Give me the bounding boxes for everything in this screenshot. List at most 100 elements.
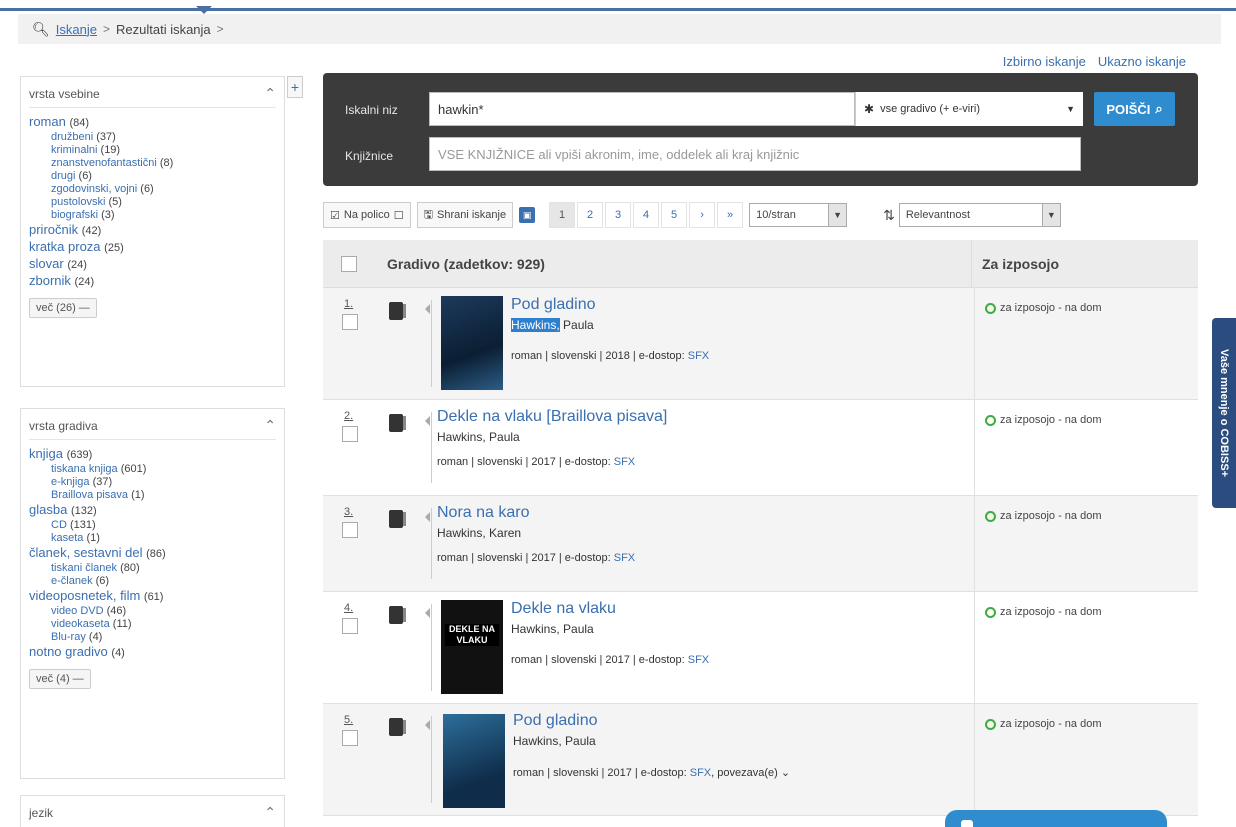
result-number[interactable]: 5. bbox=[344, 714, 353, 726]
result-row: 2. Dekle na vlaku [Braillova pisava] Hawki… bbox=[323, 400, 1198, 496]
facet-more-button[interactable]: več (26) — bbox=[29, 298, 97, 318]
book-cover-text: DEKLE NA VLAKU bbox=[445, 624, 499, 646]
facet-item-count: (1) bbox=[86, 532, 100, 544]
facet-item[interactable]: znanstvenofantastični (8) bbox=[29, 157, 276, 170]
per-page-select[interactable]: 10/stran ▼ bbox=[749, 203, 848, 227]
facet-item[interactable]: CD (131) bbox=[29, 519, 276, 532]
facet-item[interactable]: družbeni (37) bbox=[29, 131, 276, 144]
result-title-link[interactable]: Nora na karo bbox=[437, 504, 530, 522]
page-button[interactable]: 4 bbox=[633, 202, 660, 228]
breadcrumb-search-link[interactable]: Iskanje bbox=[56, 22, 97, 37]
material-select[interactable]: ✱ vse gradivo (+ e-viri) ▼ bbox=[855, 92, 1083, 126]
search-mode-links: Izbirno iskanje Ukazno iskanje bbox=[1003, 54, 1186, 69]
result-number[interactable]: 2. bbox=[344, 410, 353, 422]
page-button[interactable]: 2 bbox=[577, 202, 604, 228]
facet-item[interactable]: priročnik (42) bbox=[29, 222, 276, 239]
result-author[interactable]: Hawkins, Karen bbox=[437, 526, 521, 540]
sfx-link[interactable]: SFX bbox=[688, 350, 709, 362]
available-circle-icon bbox=[985, 606, 996, 618]
result-checkbox[interactable] bbox=[342, 426, 358, 442]
facet-item[interactable]: tiskani članek (80) bbox=[29, 562, 276, 575]
result-number[interactable]: 1. bbox=[344, 298, 353, 310]
sort-select[interactable]: Relevantnost ▼ bbox=[898, 203, 1061, 227]
select-all-checkbox[interactable] bbox=[341, 255, 357, 272]
facet-item[interactable]: biografski (3) bbox=[29, 209, 276, 222]
sfx-link[interactable]: SFX bbox=[614, 552, 635, 564]
chevron-up-icon[interactable]: ⌃ bbox=[264, 417, 276, 434]
facet-item[interactable]: Braillova pisava (1) bbox=[29, 489, 276, 502]
facet-item[interactable]: zgodovinski, vojni (6) bbox=[29, 183, 276, 196]
facet-item[interactable]: kaseta (1) bbox=[29, 532, 276, 545]
expand-arrow-icon[interactable] bbox=[425, 608, 430, 618]
expand-arrow-icon[interactable] bbox=[425, 416, 430, 426]
add-to-shelf-button[interactable]: ☑ Na polico ☐ bbox=[323, 202, 411, 228]
libraries-input[interactable]: VSE KNJIŽNICE ali vpiši akronim, ime, od… bbox=[429, 137, 1081, 171]
page-button[interactable]: » bbox=[717, 202, 744, 228]
search-icon: 🔍︎ bbox=[32, 20, 50, 37]
facet-header[interactable]: vrsta vsebine ⌃ bbox=[29, 85, 276, 108]
page-button[interactable]: › bbox=[689, 202, 716, 228]
chevron-up-icon[interactable]: ⌃ bbox=[264, 804, 276, 821]
facet-item[interactable]: članek, sestavni del (86) bbox=[29, 545, 276, 562]
result-author[interactable]: Hawkins, Paula bbox=[513, 734, 596, 748]
save-search-button[interactable]: 🖫︎ Shrani iskanje bbox=[416, 202, 514, 228]
expand-arrow-icon[interactable] bbox=[425, 512, 430, 522]
facet-item[interactable]: notno gradivo (4) bbox=[29, 644, 276, 661]
facet-item[interactable]: knjiga (639) bbox=[29, 446, 276, 463]
facet-item[interactable]: roman (84) bbox=[29, 114, 276, 131]
expand-facets-button[interactable]: + bbox=[287, 76, 303, 98]
sfx-link[interactable]: SFX bbox=[614, 456, 635, 468]
result-author[interactable]: Hawkins, Paula bbox=[437, 430, 520, 444]
result-author[interactable]: Hawkins, Paula bbox=[511, 318, 594, 332]
facet-header[interactable]: jezik ⌃ bbox=[29, 804, 276, 826]
facet-header[interactable]: vrsta gradiva ⌃ bbox=[29, 417, 276, 440]
result-checkbox[interactable] bbox=[342, 730, 358, 746]
related-links-toggle[interactable]: , povezava(e) ⌄ bbox=[711, 767, 790, 779]
expand-arrow-icon[interactable] bbox=[425, 304, 430, 314]
result-checkbox[interactable] bbox=[342, 314, 358, 330]
facet-item[interactable]: e-knjiga (37) bbox=[29, 476, 276, 489]
book-cover-image[interactable]: DEKLE NA VLAKU bbox=[441, 600, 503, 694]
book-cover-image[interactable] bbox=[443, 714, 505, 808]
sfx-link[interactable]: SFX bbox=[688, 654, 709, 666]
facet-item[interactable]: e-članek (6) bbox=[29, 575, 276, 588]
facet-item[interactable]: videoposnetek, film (61) bbox=[29, 588, 276, 605]
chat-button[interactable] bbox=[945, 810, 1167, 827]
facet-item[interactable]: slovar (24) bbox=[29, 256, 276, 273]
result-title-link[interactable]: Dekle na vlaku [Braillova pisava] bbox=[437, 408, 667, 426]
result-title-link[interactable]: Pod gladino bbox=[513, 712, 598, 730]
result-author[interactable]: Hawkins, Paula bbox=[511, 622, 594, 636]
facet-item[interactable]: tiskana knjiga (601) bbox=[29, 463, 276, 476]
facet-item[interactable]: video DVD (46) bbox=[29, 605, 276, 618]
result-number[interactable]: 3. bbox=[344, 506, 353, 518]
page-button[interactable]: 1 bbox=[549, 202, 576, 228]
facet-item[interactable]: kratka proza (25) bbox=[29, 239, 276, 256]
result-title-link[interactable]: Dekle na vlaku bbox=[511, 600, 616, 618]
feedback-tab[interactable]: Vaše mnenje o COBISS+ bbox=[1212, 318, 1236, 508]
facet-item[interactable]: glasba (132) bbox=[29, 502, 276, 519]
result-meta: roman | slovenski | 2018 | e-dostop: SFX bbox=[511, 350, 709, 362]
facet-item[interactable]: pustolovski (5) bbox=[29, 196, 276, 209]
facet-item[interactable]: kriminalni (19) bbox=[29, 144, 276, 157]
result-checkbox[interactable] bbox=[342, 618, 358, 634]
page-button[interactable]: 3 bbox=[605, 202, 632, 228]
chevron-up-icon[interactable]: ⌃ bbox=[264, 85, 276, 102]
command-search-link[interactable]: Ukazno iskanje bbox=[1098, 54, 1186, 69]
book-cover-image[interactable] bbox=[441, 296, 503, 390]
result-number[interactable]: 4. bbox=[344, 602, 353, 614]
sfx-link[interactable]: SFX bbox=[690, 767, 711, 779]
facet-item[interactable]: Blu-ray (4) bbox=[29, 631, 276, 644]
result-title-link[interactable]: Pod gladino bbox=[511, 296, 596, 314]
export-icon[interactable]: ▣ bbox=[519, 207, 536, 223]
facet-title: vrsta vsebine bbox=[29, 86, 100, 101]
selective-search-link[interactable]: Izbirno iskanje bbox=[1003, 54, 1086, 69]
search-button[interactable]: POIŠČI ⌕ bbox=[1094, 92, 1175, 126]
facet-item[interactable]: zbornik (24) bbox=[29, 273, 276, 290]
facet-more-button[interactable]: več (4) — bbox=[29, 669, 91, 689]
page-button[interactable]: 5 bbox=[661, 202, 688, 228]
query-input[interactable]: hawkin* bbox=[429, 92, 855, 126]
result-checkbox[interactable] bbox=[342, 522, 358, 538]
expand-arrow-icon[interactable] bbox=[425, 720, 430, 730]
facet-item[interactable]: drugi (6) bbox=[29, 170, 276, 183]
facet-item[interactable]: videokaseta (11) bbox=[29, 618, 276, 631]
